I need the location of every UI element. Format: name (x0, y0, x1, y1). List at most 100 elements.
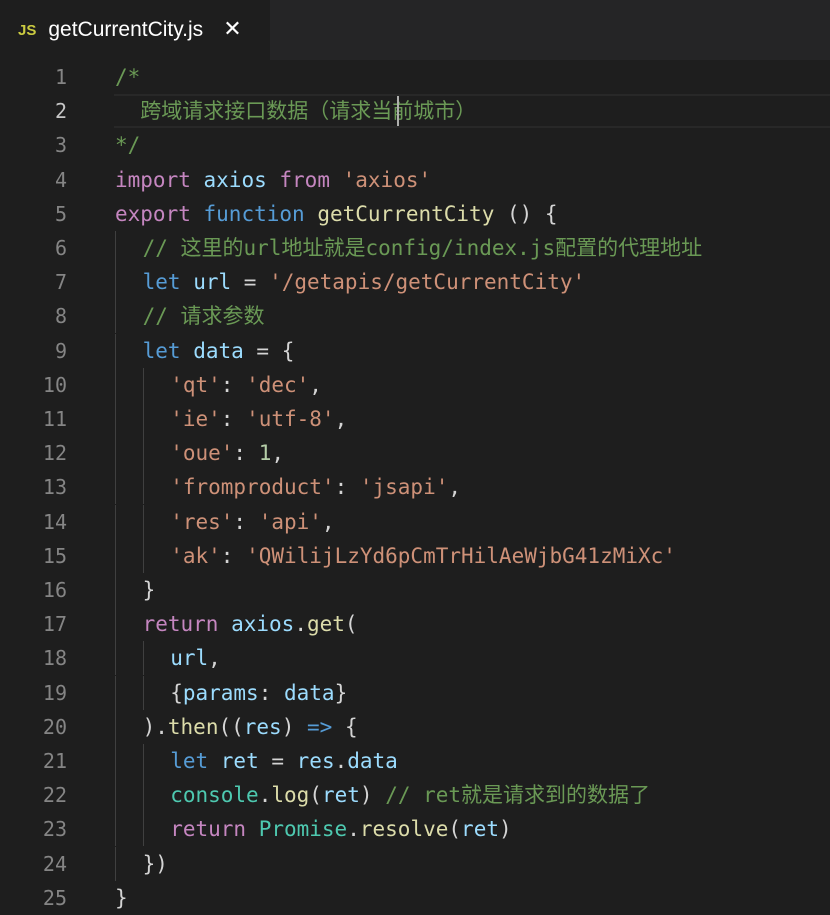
code-text: let data = { (143, 334, 295, 368)
code-line[interactable]: 10 'qt': 'dec', (0, 367, 830, 402)
code-token: 'utf-8' (246, 407, 335, 431)
code-line[interactable]: 1 /* (0, 60, 830, 94)
line-number: 1 (54, 65, 67, 89)
code-token: ( (309, 783, 322, 808)
line-number: 17 (42, 612, 67, 637)
code-token: axios (203, 167, 267, 192)
javascript-file-icon: JS (18, 21, 37, 39)
close-icon[interactable]: ✕ (223, 19, 241, 41)
code-line[interactable]: 13 'fromproduct': 'jsapi', (0, 470, 830, 505)
code-token: resolve (359, 817, 449, 842)
code-text: // 这里的url地址就是config/index.js配置的代理地址 (143, 231, 703, 265)
code-token: ret (461, 817, 499, 842)
code-token: return (170, 817, 247, 842)
code-line[interactable]: 22 console.log(ret) // ret就是请求到的数据了 (0, 778, 830, 813)
code-line[interactable]: 24}) (0, 846, 830, 881)
code-token: res (243, 714, 282, 739)
code-line[interactable]: 12 'oue': 1, (0, 436, 830, 471)
code-line[interactable]: 3 */ (0, 128, 830, 162)
code-token: : (258, 680, 284, 705)
code-text: 'ak': 'QWilijLzYd6pCmTrHilAeWjbG41zMiXc' (170, 539, 676, 573)
code-text: import axios from 'axios' (115, 163, 431, 197)
line-number: 13 (42, 475, 67, 500)
code-token: 'jsapi' (359, 475, 449, 500)
code-line[interactable]: 14 'res': 'api', (0, 504, 830, 539)
code-token: 'api' (258, 509, 322, 534)
code-line[interactable]: 5 export function getCurrentCity () { (0, 197, 830, 231)
indent-guide (115, 436, 116, 471)
line-number: 12 (42, 441, 67, 466)
code-editor[interactable]: 1 /* 2 跨域请求接口数据（请求当前城市） 3 */ 4 import axios fr… (0, 60, 830, 911)
code-token: 'ie' (170, 407, 221, 431)
code-text: console.log(ret) // ret就是请求到的数据了 (170, 778, 650, 812)
indent-guide (142, 675, 144, 710)
code-line[interactable]: 18 url, (0, 641, 830, 676)
code-token: log (271, 783, 310, 808)
code-token: */ (115, 133, 141, 158)
code-line[interactable]: 19 {params: data} (0, 675, 830, 710)
code-token: , (309, 372, 322, 397)
code-token: }) (142, 851, 168, 876)
code-text: /* (115, 60, 140, 94)
code-line[interactable]: 8 // 请求参数 (0, 299, 830, 334)
code-token: , (334, 407, 348, 431)
line-number: 6 (54, 236, 67, 260)
code-line[interactable]: 17 return axios.get( (0, 607, 830, 642)
indent-guide (115, 402, 116, 436)
indent-guide (142, 367, 144, 402)
line-number: 22 (42, 783, 67, 808)
code-token: ret (321, 783, 360, 808)
code-token: } (142, 578, 156, 602)
line-number: 15 (42, 543, 67, 568)
indent-guide (115, 333, 116, 368)
code-line[interactable]: 11 'ie': 'utf-8', (0, 402, 830, 436)
line-number: 5 (54, 201, 67, 226)
code-token: data (193, 338, 244, 363)
indent-guide (142, 538, 144, 573)
indent-guide (115, 470, 116, 505)
code-token: ). (142, 714, 168, 739)
file-tab[interactable]: JS getCurrentCity.js ✕ (0, 0, 270, 60)
code-token: : (220, 372, 247, 397)
indent-guide (115, 641, 116, 676)
indent-guide (115, 812, 116, 847)
indent-guide (142, 504, 144, 539)
code-token: get (306, 612, 345, 637)
code-line[interactable]: 21 let ret = res.data (0, 744, 830, 778)
indent-guide (115, 607, 116, 642)
code-line[interactable]: 9 let data = { (0, 333, 830, 368)
line-number: 19 (42, 680, 67, 705)
code-token: /* (115, 65, 141, 89)
indent-guide (142, 641, 144, 676)
code-line[interactable]: 15 'ak': 'QWilijLzYd6pCmTrHilAeWjbG41zMiX… (0, 538, 830, 573)
code-text: // 请求参数 (143, 299, 265, 333)
code-text: ).then((res) => { (143, 710, 358, 744)
line-number: 20 (42, 714, 67, 739)
code-text: return Promise.resolve(ret) (170, 812, 511, 846)
code-line[interactable]: 2 跨域请求接口数据（请求当前城市） (0, 94, 830, 129)
code-line[interactable]: 4 import axios from 'axios' (0, 163, 830, 197)
code-token: ( (448, 817, 462, 842)
code-token: : (220, 543, 247, 568)
code-line[interactable]: 23 return Promise.resolve(ret) (0, 812, 830, 847)
code-line[interactable]: 6 // 这里的url地址就是config/index.js配置的代理地址 (0, 231, 830, 265)
code-text: export function getCurrentCity () { (115, 197, 558, 231)
code-line[interactable]: 7 let url = '/getapis/getCurrentCity' (0, 265, 830, 300)
code-text: 'ie': 'utf-8', (170, 402, 347, 436)
code-token: // 请求参数 (142, 304, 265, 329)
code-token: ret (220, 749, 259, 773)
indent-guide (115, 709, 116, 744)
code-line[interactable]: 25} (0, 881, 830, 915)
code-line[interactable]: 16} (0, 573, 830, 607)
code-token: Promise (258, 817, 348, 842)
code-line[interactable]: 20 ).then((res) => { (0, 709, 830, 744)
code-token: 'ak' (170, 543, 221, 568)
indent-guide (115, 299, 116, 334)
line-number: 21 (42, 749, 67, 773)
line-number: 2 (54, 99, 67, 124)
code-token: => (307, 714, 333, 739)
line-number: 10 (42, 372, 67, 397)
